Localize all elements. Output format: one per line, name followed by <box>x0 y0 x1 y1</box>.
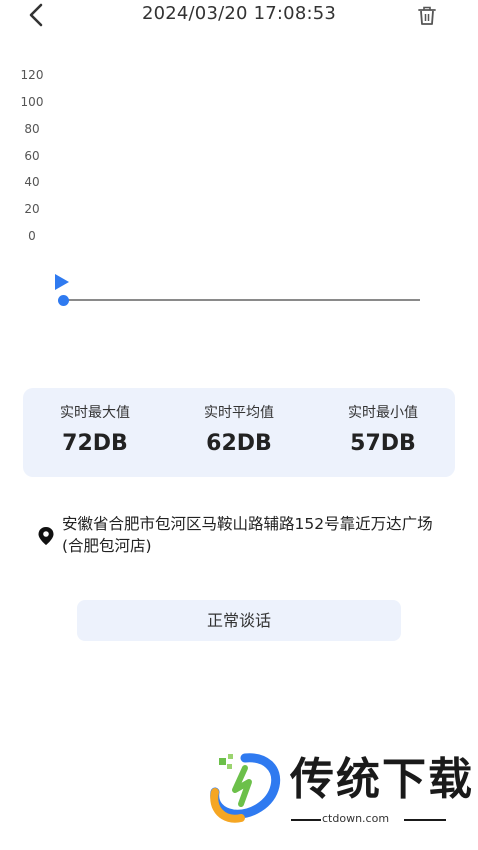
location-address: 安徽省合肥市包河区马鞍山路辅路152号靠近万达广场(合肥包河店) <box>62 515 433 555</box>
stat-max: 实时最大值 72DB <box>23 388 167 477</box>
playback-handle[interactable] <box>58 295 69 306</box>
y-axis-tick: 40 <box>24 175 40 189</box>
stat-min-label: 实时最小值 <box>348 405 418 421</box>
stat-max-label: 实时最大值 <box>60 405 130 421</box>
stats-card: 实时最大值 72DB 实时平均值 62DB 实时最小值 57DB <box>23 388 455 477</box>
stat-avg-value: 62DB <box>206 431 272 456</box>
y-axis-tick: 20 <box>24 202 40 216</box>
y-axis-tick: 100 <box>20 95 44 109</box>
watermark-divider <box>404 819 446 821</box>
watermark-logo <box>205 752 283 824</box>
playback-track[interactable] <box>64 299 420 301</box>
y-axis-tick: 80 <box>24 122 40 136</box>
watermark-brand: 传统下载 <box>290 754 474 805</box>
stat-avg: 实时平均值 62DB <box>167 388 311 477</box>
watermark-url: ctdown.com <box>322 812 390 825</box>
stat-avg-label: 实时平均值 <box>204 405 274 421</box>
y-axis-tick: 0 <box>28 229 36 243</box>
y-axis-tick: 60 <box>24 149 40 163</box>
category-button[interactable]: 正常谈话 <box>77 600 401 641</box>
page-title: 2024/03/20 17:08:53 <box>141 3 337 24</box>
stat-min-value: 57DB <box>350 431 416 456</box>
delete-button[interactable] <box>414 4 440 28</box>
location-pin-icon <box>37 526 55 546</box>
y-axis-tick: 120 <box>20 68 44 82</box>
trash-icon <box>418 6 436 25</box>
stat-min: 实时最小值 57DB <box>311 388 455 477</box>
play-icon <box>55 274 69 290</box>
play-button[interactable] <box>54 273 70 291</box>
stat-max-value: 72DB <box>62 431 128 456</box>
watermark-divider <box>291 819 321 821</box>
